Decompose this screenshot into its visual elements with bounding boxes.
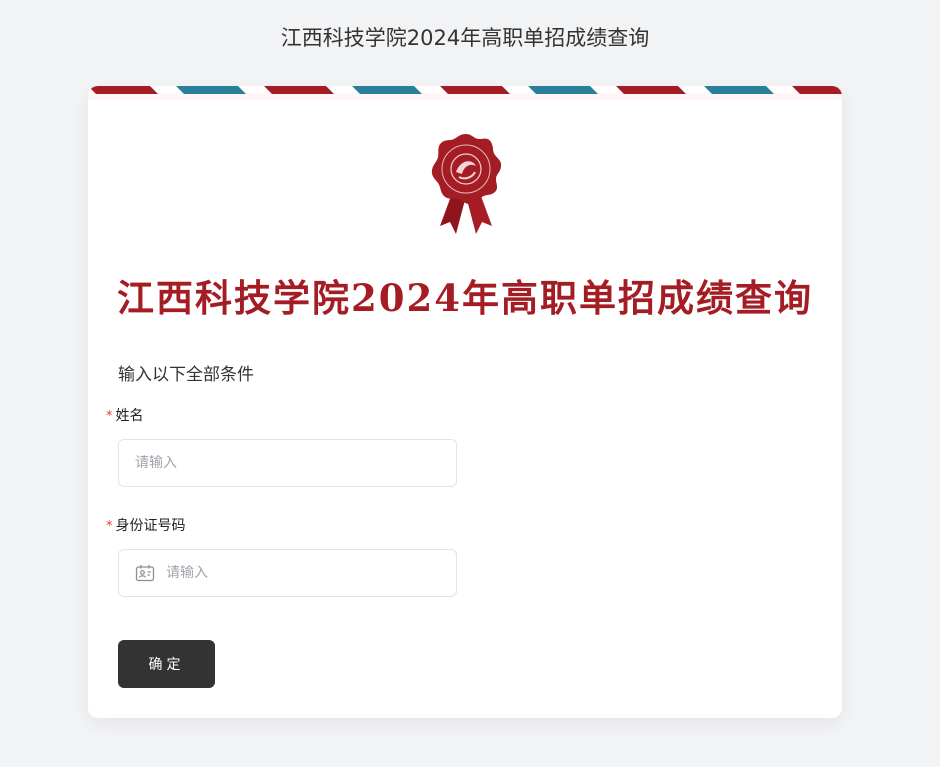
airmail-border-decoration (88, 86, 842, 100)
airmail-stripe-segment (88, 86, 158, 94)
instruction-text: 输入以下全部条件 (118, 365, 254, 385)
airmail-stripe-segment (704, 86, 774, 94)
banner-title: 江西科技学院2024年高职单招成绩查询 (117, 276, 813, 320)
name-input[interactable] (135, 455, 415, 471)
wax-seal-icon (426, 130, 506, 240)
airmail-stripe-segment (792, 86, 842, 94)
submit-button[interactable]: 确定 (118, 640, 215, 688)
airmail-stripe-segment (528, 86, 598, 94)
query-card: 江西科技学院2024年高职单招成绩查询 输入以下全部条件 *姓名 *身份证号码 … (88, 86, 842, 718)
id-number-input-wrapper[interactable] (118, 549, 457, 597)
required-asterisk: * (106, 409, 113, 424)
name-input-wrapper[interactable] (118, 439, 457, 487)
airmail-stripe-segment (440, 86, 510, 94)
airmail-stripe-segment (616, 86, 686, 94)
page-title: 江西科技学院2024年高职单招成绩查询 (280, 26, 650, 50)
id-number-input[interactable] (166, 565, 416, 581)
airmail-stripe-segment (352, 86, 422, 94)
airmail-stripe-segment (176, 86, 246, 94)
name-field-label: * 姓名 (106, 405, 144, 425)
id-number-field-label: * 身份证号码 (106, 515, 186, 535)
required-asterisk: * (106, 519, 113, 534)
name-label-text: 姓名 (115, 408, 144, 424)
id-card-icon (135, 564, 155, 582)
airmail-stripe-segment (264, 86, 334, 94)
id-number-label-text: 身份证号码 (115, 518, 186, 534)
